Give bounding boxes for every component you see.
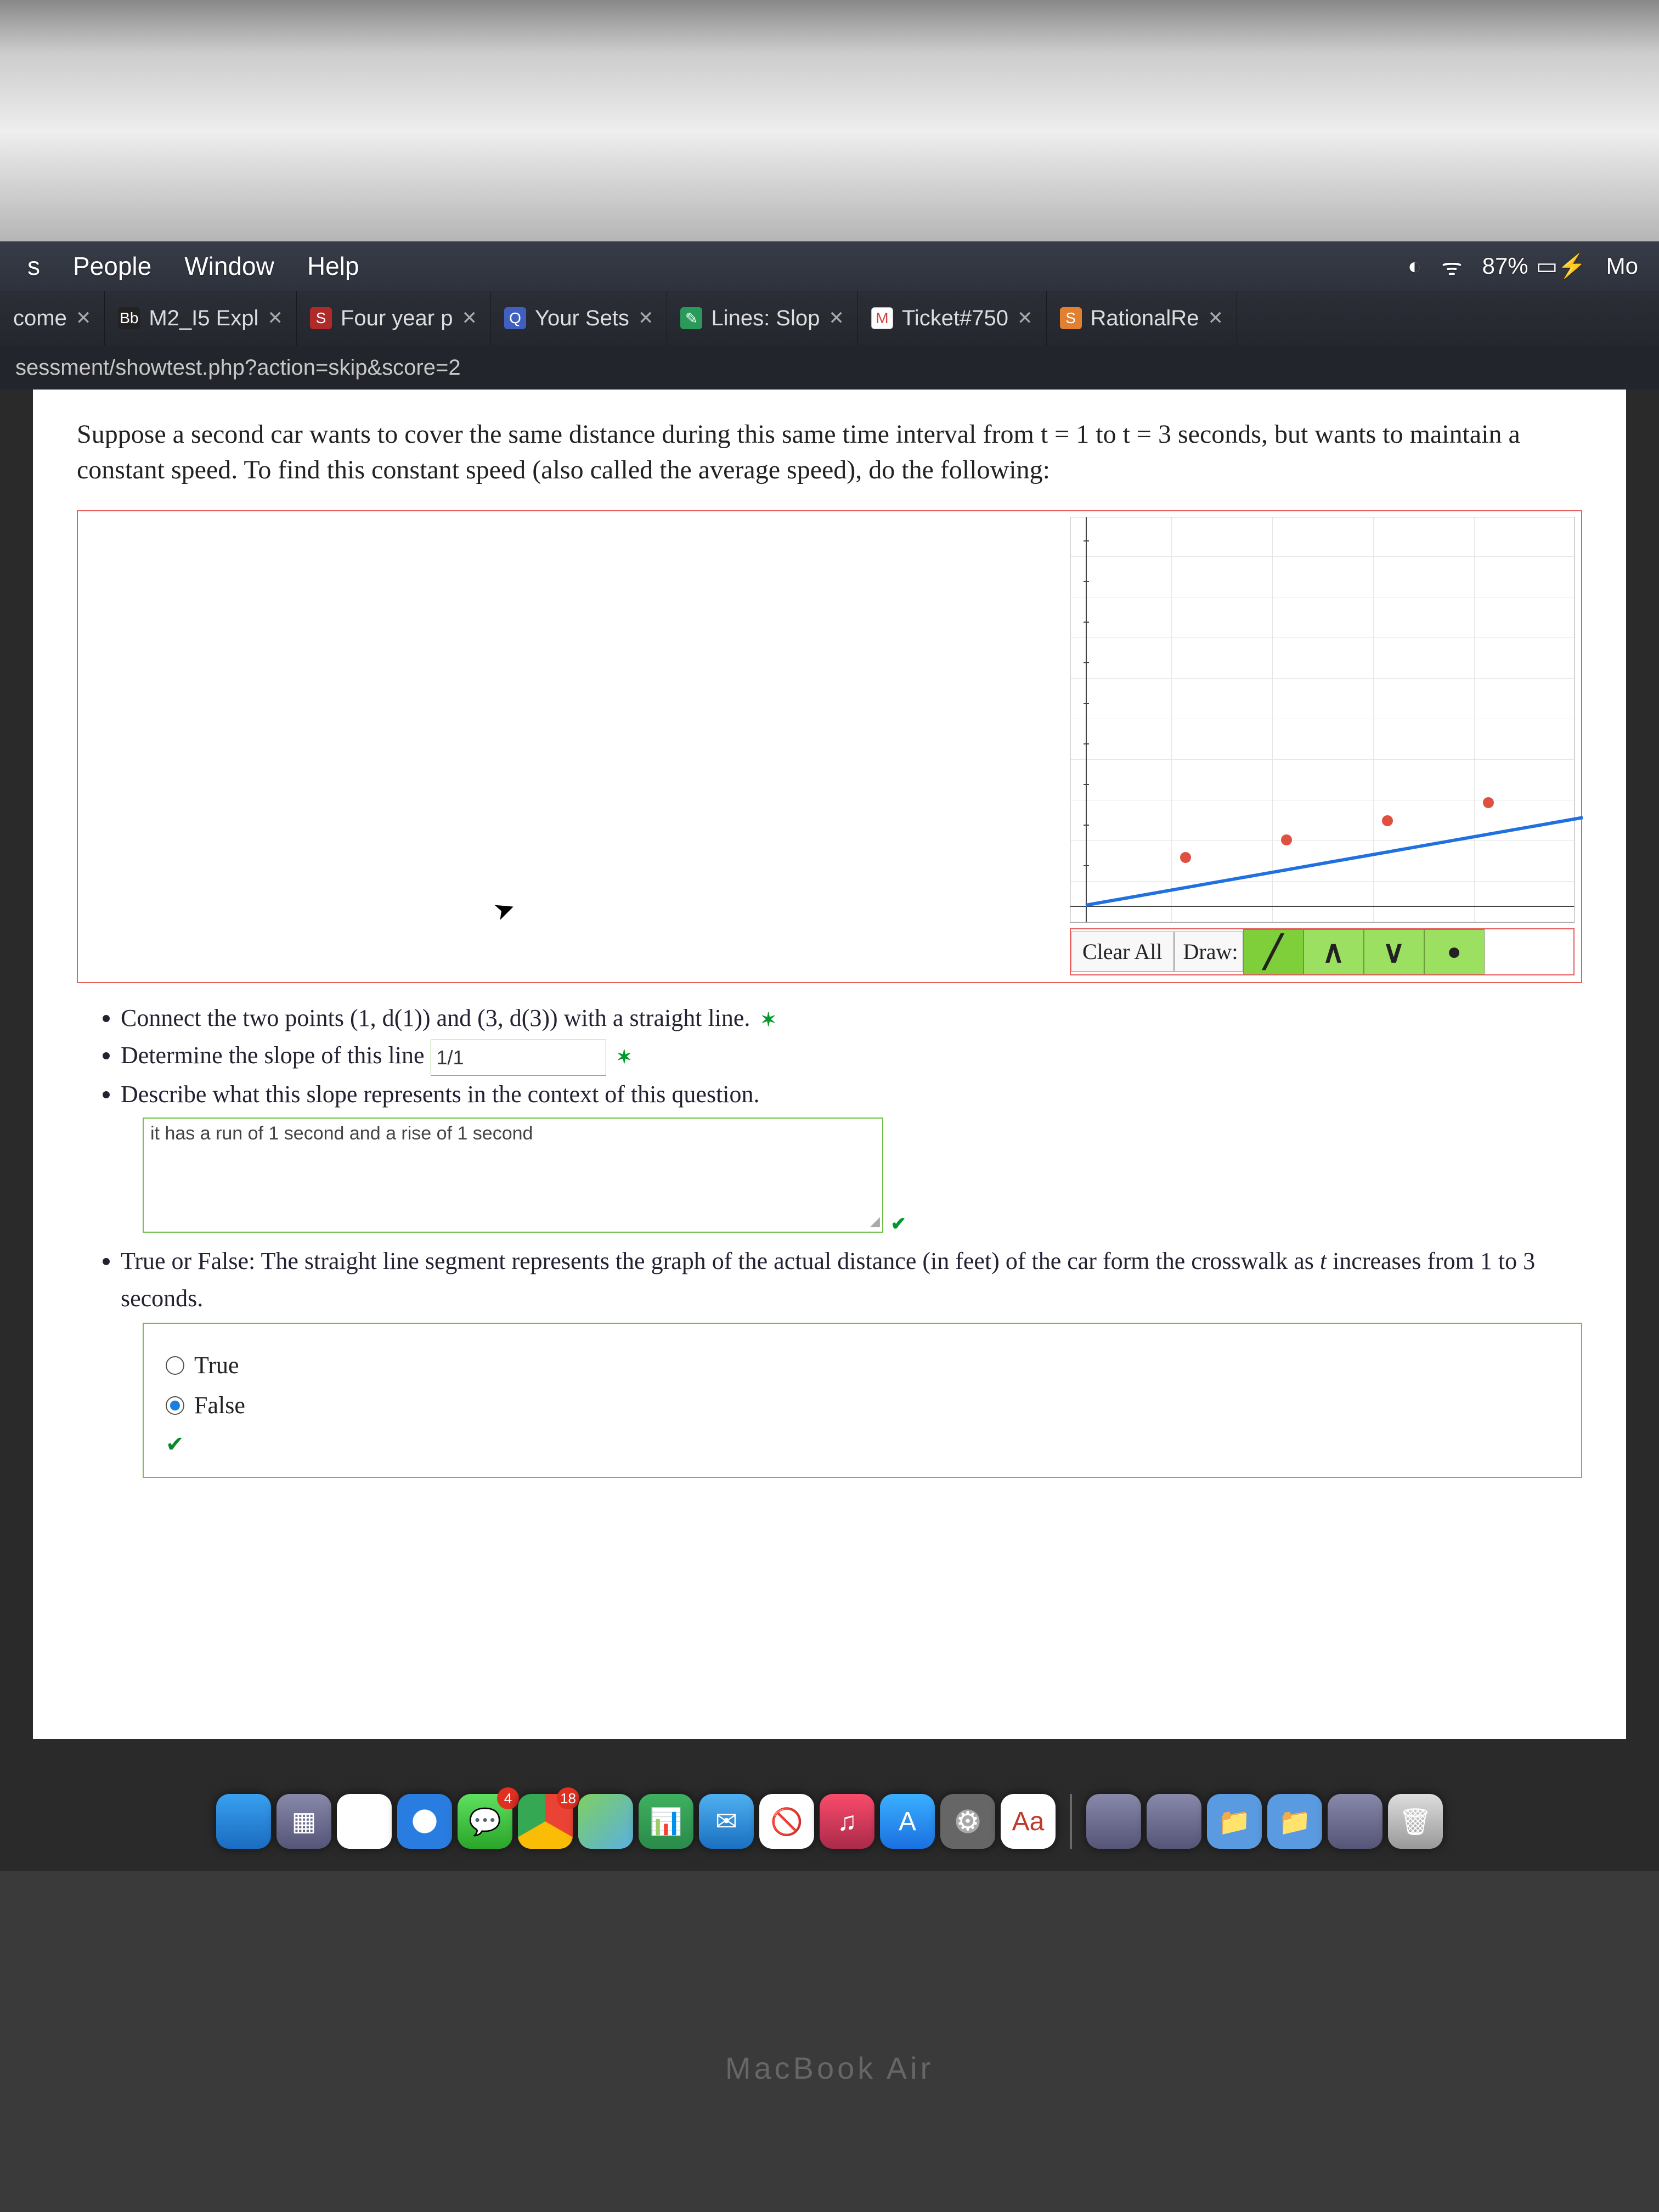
- question-prompt: Suppose a second car wants to cover the …: [77, 417, 1582, 488]
- draw-label: Draw:: [1174, 932, 1243, 972]
- tab[interactable]: ✎ Lines: Slop ✕: [667, 291, 857, 346]
- menu-item-help[interactable]: Help: [307, 251, 359, 281]
- dock-trash[interactable]: 🗑: [1388, 1794, 1443, 1849]
- tool-valley-icon[interactable]: ∨: [1364, 929, 1424, 974]
- dock-app-dictionary[interactable]: Aa: [1001, 1794, 1056, 1849]
- battery-icon: ▭⚡: [1536, 252, 1587, 280]
- check-icon: ✔: [166, 1431, 1559, 1457]
- dock-app-launchpad[interactable]: ▦: [276, 1794, 331, 1849]
- laptop-model-label: MacBook Air: [0, 2050, 1659, 2086]
- tab-title: RationalRe: [1091, 306, 1199, 331]
- close-icon[interactable]: ✕: [76, 307, 92, 329]
- browser-tabstrip: come ✕ Bb M2_I5 Expl ✕ S Four year p ✕ Q…: [0, 291, 1659, 346]
- tab[interactable]: S RationalRe ✕: [1047, 291, 1237, 346]
- dock-app-chrome[interactable]: 18: [518, 1794, 573, 1849]
- close-icon[interactable]: ✕: [638, 307, 654, 329]
- clock-day[interactable]: Mo: [1606, 253, 1638, 279]
- option-false[interactable]: False: [166, 1391, 1559, 1419]
- slope-input[interactable]: 1/1: [431, 1040, 606, 1076]
- dock-stack[interactable]: [1086, 1794, 1141, 1849]
- favicon: Bb: [118, 307, 140, 329]
- tab-title: M2_I5 Expl: [149, 306, 258, 331]
- true-false-block: True False ✔: [143, 1323, 1582, 1478]
- menu-item[interactable]: s: [27, 251, 40, 281]
- tab-title: Lines: Slop: [711, 306, 820, 331]
- tab-title: Your Sets: [535, 306, 629, 331]
- close-icon[interactable]: ✕: [461, 307, 477, 329]
- dock-item[interactable]: [1328, 1794, 1383, 1849]
- plot-point[interactable]: [1382, 815, 1393, 826]
- page-viewport: Suppose a second car wants to cover the …: [33, 390, 1626, 1739]
- option-true[interactable]: True: [166, 1351, 1559, 1379]
- dock-app-music[interactable]: ♫: [820, 1794, 874, 1849]
- resize-handle-icon[interactable]: ◢: [870, 1214, 880, 1229]
- plot-point[interactable]: [1483, 797, 1494, 808]
- graph-toolbar: Clear All Draw: ╱ ∧ ∨ ●: [1070, 928, 1575, 975]
- dock-app-generic[interactable]: 🚫: [759, 1794, 814, 1849]
- dock-app-appstore[interactable]: A: [880, 1794, 935, 1849]
- tool-point-icon[interactable]: ●: [1424, 929, 1485, 974]
- plot-point[interactable]: [1281, 834, 1292, 845]
- favicon: ✎: [680, 307, 702, 329]
- tab[interactable]: M Ticket#750 ✕: [858, 291, 1047, 346]
- favicon: M: [871, 307, 893, 329]
- dock-app-numbers[interactable]: 📊: [639, 1794, 693, 1849]
- tab-title: Four year p: [341, 306, 453, 331]
- graph-canvas[interactable]: [1070, 517, 1575, 923]
- tool-line-icon[interactable]: ╱: [1243, 929, 1304, 974]
- close-icon[interactable]: ✕: [1017, 307, 1033, 329]
- favicon: S: [1060, 307, 1082, 329]
- instruction-bullet: True or False: The straight line segment…: [121, 1243, 1582, 1317]
- favicon: Q: [504, 307, 526, 329]
- close-icon[interactable]: ✕: [828, 307, 844, 329]
- describe-textarea[interactable]: it has a run of 1 second and a rise of 1…: [143, 1118, 883, 1233]
- tab[interactable]: Q Your Sets ✕: [491, 291, 667, 346]
- textarea-value: it has a run of 1 second and a rise of 1…: [150, 1123, 533, 1144]
- dock-folder[interactable]: 📁: [1267, 1794, 1322, 1849]
- address-bar[interactable]: sessment/showtest.php?action=skip&score=…: [0, 346, 1659, 390]
- tab[interactable]: S Four year p ✕: [297, 291, 491, 346]
- instruction-bullet: Determine the slope of this line 1/1 ✶: [121, 1037, 1582, 1076]
- dock-app-safari[interactable]: [397, 1794, 452, 1849]
- menu-item-people[interactable]: People: [73, 251, 151, 281]
- instruction-bullet: Connect the two points (1, d(1)) and (3,…: [121, 1000, 1582, 1037]
- radio-icon[interactable]: [166, 1396, 184, 1415]
- clear-all-button[interactable]: Clear All: [1071, 932, 1174, 972]
- dock-stack[interactable]: [1147, 1794, 1201, 1849]
- dock: ▦ ✿ 💬4 18 📊 ✉ 🚫 ♫ A ⚙ Aa 📁 📁 🗑: [0, 1772, 1659, 1849]
- menubar: s People Window Help ◐ ᯤ 87% ▭⚡ Mo: [0, 241, 1659, 291]
- remove-icon[interactable]: ✶: [760, 1009, 776, 1030]
- tab-title: Ticket#750: [902, 306, 1008, 331]
- dock-app-photos[interactable]: ✿: [337, 1794, 392, 1849]
- dock-folder[interactable]: 📁: [1207, 1794, 1262, 1849]
- menu-item-window[interactable]: Window: [184, 251, 274, 281]
- close-icon[interactable]: ✕: [1207, 307, 1223, 329]
- tool-peak-icon[interactable]: ∧: [1304, 929, 1364, 974]
- close-icon[interactable]: ✕: [267, 307, 283, 329]
- battery-status[interactable]: 87% ▭⚡: [1482, 252, 1587, 280]
- radio-icon[interactable]: [166, 1356, 184, 1375]
- dock-app-preferences[interactable]: ⚙: [940, 1794, 995, 1849]
- tab-title: come: [13, 306, 67, 331]
- graph-container: Clear All Draw: ╱ ∧ ∨ ●: [77, 510, 1582, 983]
- remove-icon[interactable]: ✶: [617, 1047, 633, 1068]
- wifi-icon[interactable]: ᯤ: [1441, 251, 1462, 282]
- dock-app-messages[interactable]: 💬4: [458, 1794, 512, 1849]
- tab[interactable]: Bb M2_I5 Expl ✕: [105, 291, 297, 346]
- tab[interactable]: come ✕: [0, 291, 105, 346]
- plot-point[interactable]: [1180, 852, 1191, 863]
- dock-app-finder[interactable]: [216, 1794, 271, 1849]
- check-icon: ✔: [891, 1213, 907, 1235]
- dock-app-mail[interactable]: ✉: [699, 1794, 754, 1849]
- siri-icon[interactable]: ◐: [1408, 253, 1421, 279]
- instruction-bullet: Describe what this slope represents in t…: [121, 1076, 1582, 1113]
- dock-app-maps[interactable]: [578, 1794, 633, 1849]
- favicon: S: [310, 307, 332, 329]
